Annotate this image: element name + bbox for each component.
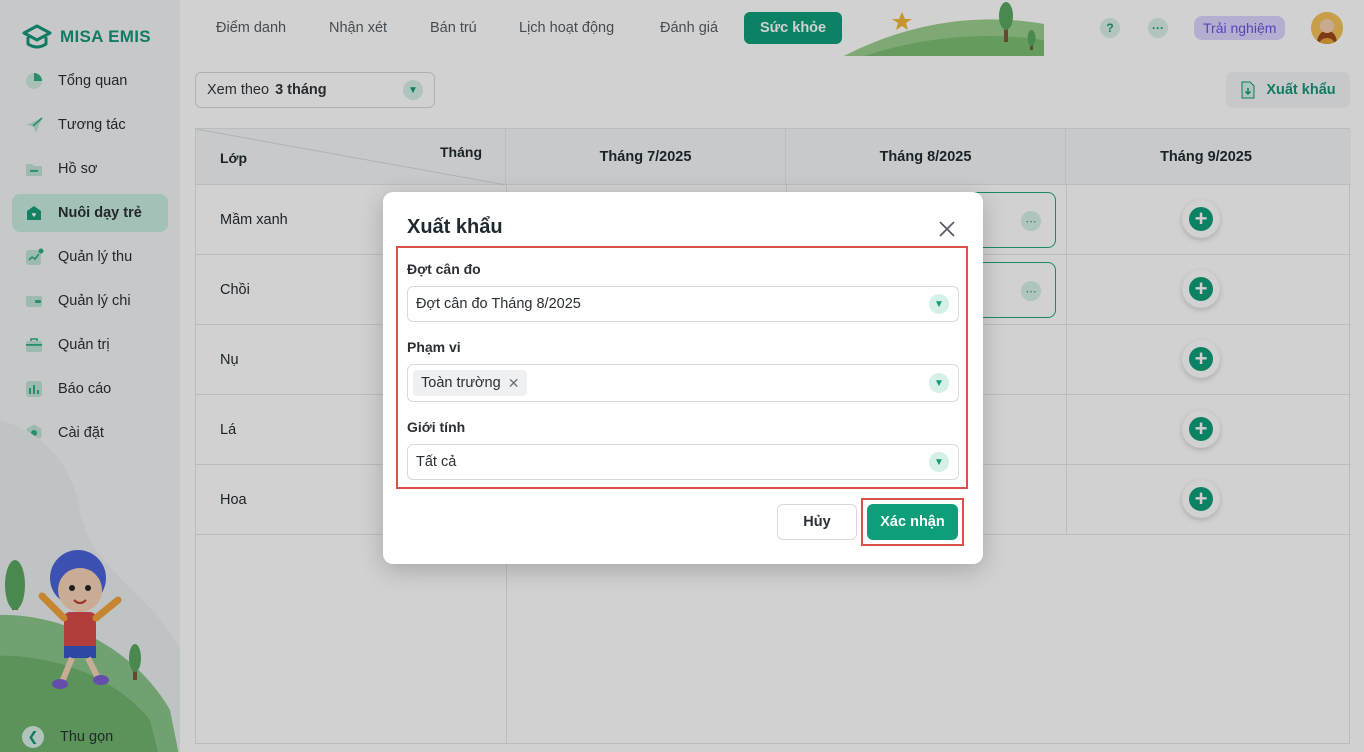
- scope-select[interactable]: Toàn trường ✕ ▼: [407, 364, 959, 402]
- period-label: Đợt cân đo: [407, 261, 481, 277]
- dialog-title: Xuất khẩu: [407, 216, 503, 238]
- scope-tag: Toàn trường ✕: [413, 370, 528, 396]
- export-dialog: Xuất khẩu Đợt cân đo Đợt cân đo Tháng 8/…: [383, 192, 983, 564]
- chevron-down-icon: ▼: [929, 294, 949, 314]
- scope-tag-label: Toàn trường: [421, 375, 501, 391]
- period-select[interactable]: Đợt cân đo Tháng 8/2025 ▼: [407, 286, 959, 322]
- gender-label: Giới tính: [407, 419, 466, 435]
- remove-tag-icon[interactable]: ✕: [508, 375, 520, 392]
- close-icon: [939, 221, 955, 237]
- confirm-button-highlight: Xác nhận: [861, 498, 964, 546]
- period-value: Đợt cân đo Tháng 8/2025: [416, 296, 581, 312]
- close-button[interactable]: [936, 218, 958, 240]
- cancel-button[interactable]: Hủy: [777, 504, 857, 540]
- gender-value: Tất cả: [416, 454, 457, 470]
- confirm-button[interactable]: Xác nhận: [867, 504, 958, 540]
- gender-select[interactable]: Tất cả ▼: [407, 444, 959, 480]
- chevron-down-icon: ▼: [929, 373, 949, 393]
- scope-label: Phạm vi: [407, 339, 461, 355]
- chevron-down-icon: ▼: [929, 452, 949, 472]
